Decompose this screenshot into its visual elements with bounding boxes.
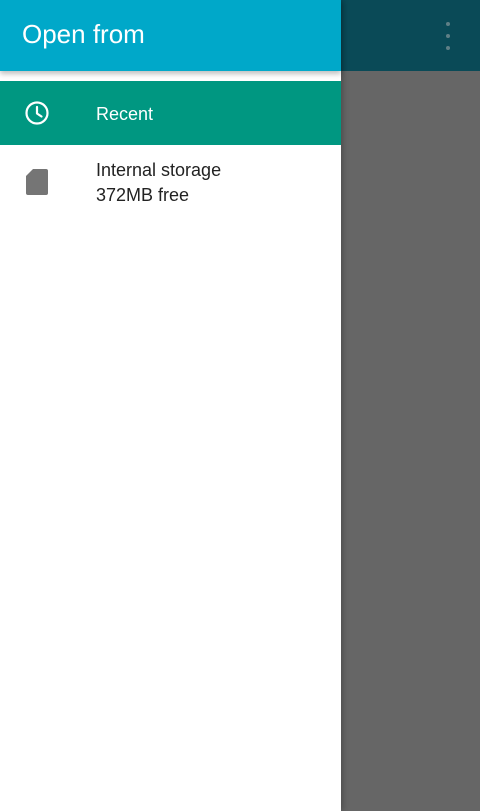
root-item-recent[interactable]: Recent (0, 81, 341, 145)
root-item-label: Recent (96, 104, 154, 124)
screen: Open from Recent Internal storage 372MB … (0, 0, 480, 811)
clock-icon (25, 101, 49, 125)
drawer-header: Open from (0, 0, 341, 71)
root-item-title: Internal storage (96, 160, 222, 180)
sd-card-icon (26, 169, 48, 195)
more-vert-icon[interactable] (438, 22, 458, 50)
root-item-summary: 372MB free (96, 185, 190, 205)
root-item-internal-storage[interactable] (0, 145, 341, 217)
roots-list: Recent (0, 81, 341, 145)
drawer-title: Open from (22, 19, 145, 49)
navigation-drawer: Open from Recent Internal storage 372MB … (0, 0, 341, 811)
